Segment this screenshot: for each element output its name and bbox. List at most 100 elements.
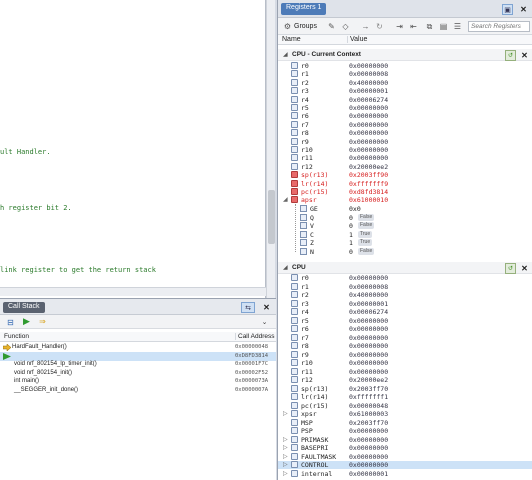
groups-icon[interactable]: ⚙ <box>282 21 293 32</box>
register-row[interactable]: r0 0x00000000 <box>278 274 532 282</box>
register-row[interactable]: ▷ xpsr 0x61000003 <box>278 410 532 418</box>
register-row[interactable]: r2 0x40000000 <box>278 78 532 87</box>
flag-value[interactable]: 1 <box>349 231 353 239</box>
register-row[interactable]: r6 0x00000000 <box>278 325 532 333</box>
register-row[interactable]: pc(r15) 0x00000048 <box>278 401 532 410</box>
tab-call-stack[interactable]: Call Stack <box>3 302 45 313</box>
flag-row[interactable]: N 0 False <box>278 248 532 256</box>
refresh-section-icon[interactable]: ↺ <box>505 50 516 61</box>
register-row[interactable]: r12 0x20000ee2 <box>278 162 532 171</box>
register-value[interactable]: 0x00000000 <box>349 342 388 350</box>
flag-value[interactable]: 0x0 <box>349 205 361 213</box>
register-value[interactable]: 0x2003ff70 <box>349 385 388 393</box>
register-row[interactable]: r1 0x00000008 <box>278 282 532 291</box>
register-value[interactable]: 0x00000000 <box>349 138 388 146</box>
flag-value[interactable]: 0 <box>349 222 353 230</box>
table-row[interactable]: __SEGGER_init_done() 0x0000007A <box>0 386 276 395</box>
register-value[interactable]: 0x00000001 <box>349 300 388 308</box>
search-input[interactable] <box>468 21 530 32</box>
register-value[interactable]: 0xfffffff9 <box>349 180 388 188</box>
pin-icon[interactable]: ▣ <box>502 4 513 15</box>
register-value[interactable]: 0x00000008 <box>349 70 388 78</box>
register-value[interactable]: 0x00000000 <box>349 359 388 367</box>
register-row[interactable]: r4 0x00006274 <box>278 308 532 316</box>
register-row[interactable]: ▷ internal 0x00000001 <box>278 469 532 478</box>
flag-value[interactable]: 0 <box>349 248 353 256</box>
chevron-down-icon[interactable]: ◢ <box>283 264 288 271</box>
register-value[interactable]: 0x40000000 <box>349 291 388 299</box>
register-row[interactable]: PSP 0x00000000 <box>278 427 532 435</box>
chevron-down-icon[interactable]: ⌄ <box>259 317 270 328</box>
close-icon[interactable]: ✕ <box>261 302 272 313</box>
register-row[interactable]: r5 0x00000000 <box>278 316 532 325</box>
save-icon[interactable]: ▤ <box>438 21 449 32</box>
register-value[interactable]: 0x00000000 <box>349 436 388 444</box>
register-value[interactable]: 0x00000000 <box>349 325 388 333</box>
register-row[interactable]: r9 0x00000000 <box>278 350 532 359</box>
frame-icon[interactable]: ⊟ <box>5 317 16 328</box>
register-value[interactable]: 0x61000010 <box>349 196 388 204</box>
chevron-right-icon[interactable]: ▷ <box>283 444 288 452</box>
register-value[interactable]: 0x00000000 <box>349 62 388 70</box>
list-icon[interactable]: ☰ <box>452 21 463 32</box>
register-value[interactable]: 0x00000000 <box>349 274 388 282</box>
register-value[interactable]: 0x00000000 <box>349 427 388 435</box>
register-row[interactable]: r12 0x20000ee2 <box>278 376 532 384</box>
step-out-icon[interactable]: ⇒ <box>37 316 48 327</box>
copy-icon[interactable]: ⧉ <box>424 21 435 32</box>
register-value[interactable]: 0x40000000 <box>349 79 388 87</box>
register-value[interactable]: 0x00000000 <box>349 112 388 120</box>
section-cpu-current-context[interactable]: ◢ CPU - Current Context ↺ ✕ <box>278 49 532 61</box>
register-row[interactable]: r2 0x40000000 <box>278 291 532 299</box>
register-value[interactable]: 0x20000ee2 <box>349 376 388 384</box>
chevron-right-icon[interactable]: ▷ <box>283 436 288 444</box>
register-value[interactable]: 0x20000ee2 <box>349 163 388 171</box>
register-value[interactable]: 0x00000001 <box>349 87 388 95</box>
flag-value[interactable]: 0 <box>349 214 353 222</box>
flag-row[interactable]: C 1 True <box>278 230 532 239</box>
chevron-right-icon[interactable]: ▷ <box>283 453 288 461</box>
register-value[interactable]: 0x2003ff70 <box>349 419 388 427</box>
register-row[interactable]: MSP 0x2003ff70 <box>278 418 532 427</box>
register-value[interactable]: 0x00006274 <box>349 96 388 104</box>
register-row[interactable]: lr(r14) 0xfffffff1 <box>278 393 532 401</box>
register-row[interactable]: sp(r13) 0x2003ff70 <box>278 384 532 393</box>
register-row[interactable]: r11 0x00000000 <box>278 154 532 162</box>
register-row[interactable]: ▷ FAULTMASK 0x00000000 <box>278 452 532 461</box>
register-row[interactable]: r7 0x00000000 <box>278 120 532 129</box>
register-row[interactable]: r11 0x00000000 <box>278 367 532 376</box>
register-row[interactable]: r10 0x00000000 <box>278 359 532 367</box>
register-row[interactable]: r8 0x00000000 <box>278 129 532 137</box>
register-row[interactable]: r1 0x00000008 <box>278 70 532 78</box>
register-value[interactable]: 0x61000003 <box>349 410 388 418</box>
chevron-right-icon[interactable]: ▷ <box>283 461 288 469</box>
chevron-right-icon[interactable]: ▷ <box>283 470 288 478</box>
close-section-icon[interactable]: ✕ <box>519 50 530 61</box>
register-row[interactable]: r9 0x00000000 <box>278 137 532 146</box>
register-row[interactable]: r3 0x00000001 <box>278 299 532 308</box>
flag-row[interactable]: GE 0x0 <box>278 205 532 213</box>
register-row[interactable]: r5 0x00000000 <box>278 104 532 112</box>
export-icon[interactable]: ⇤ <box>408 21 419 32</box>
arrow-right-icon[interactable]: → <box>360 21 371 32</box>
register-value[interactable]: 0x2003ff90 <box>349 171 388 179</box>
register-row[interactable]: r8 0x00000000 <box>278 342 532 350</box>
sync-icon[interactable]: ⇆ <box>241 302 255 313</box>
register-row[interactable]: ▷ PRIMASK 0x00000000 <box>278 435 532 444</box>
refresh-section-icon[interactable]: ↺ <box>505 263 516 274</box>
register-row[interactable]: ◢ apsr 0x61000010 <box>278 196 532 204</box>
close-icon[interactable]: ✕ <box>518 4 529 15</box>
register-value[interactable]: 0x00000000 <box>349 351 388 359</box>
groups-label[interactable]: Groups <box>294 23 317 30</box>
register-value[interactable]: 0x00006274 <box>349 308 388 316</box>
flag-row[interactable]: V 0 False <box>278 222 532 230</box>
register-row[interactable]: ▷ BASEPRI 0x00000000 <box>278 444 532 452</box>
register-row[interactable]: r6 0x00000000 <box>278 112 532 120</box>
register-value[interactable]: 0x00000000 <box>349 444 388 452</box>
import-icon[interactable]: ⇥ <box>394 21 405 32</box>
flag-value[interactable]: 1 <box>349 239 353 247</box>
register-value[interactable]: 0x00000000 <box>349 334 388 342</box>
scrollbar-thumb[interactable] <box>268 190 275 244</box>
register-value[interactable]: 0x00000000 <box>349 104 388 112</box>
register-row[interactable]: ▷ CONTROL 0x00000000 <box>278 461 532 469</box>
